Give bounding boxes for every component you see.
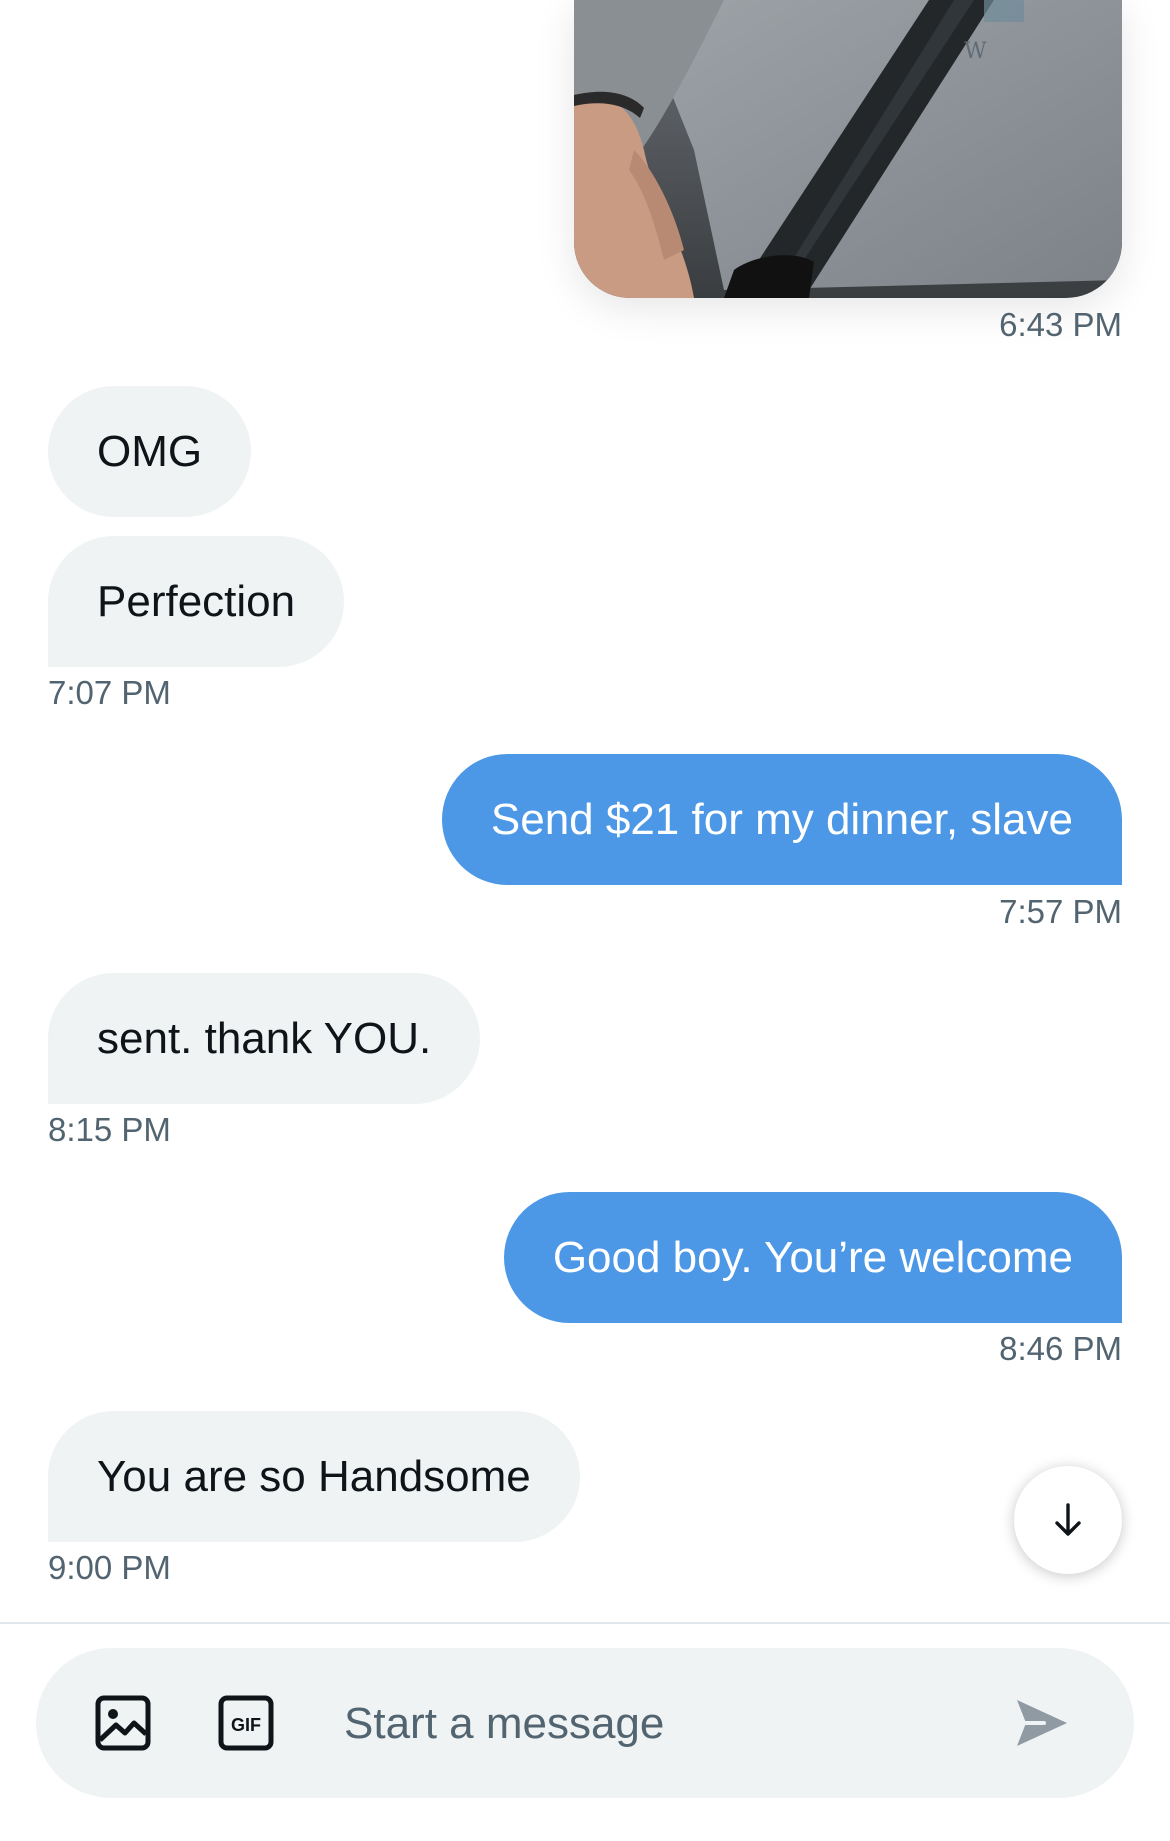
outgoing-message[interactable]: Send $21 for my dinner, slave — [441, 754, 1122, 885]
gif-label: GIF — [231, 1715, 261, 1735]
message-composer: GIF Start a message — [36, 1648, 1134, 1798]
photo-image: W — [574, 0, 1122, 298]
timestamp: 6:43 PM — [999, 306, 1122, 343]
gif-icon: GIF — [218, 1695, 274, 1751]
timestamp: 7:07 PM — [48, 674, 171, 711]
message-text: Send $21 for my dinner, slave — [490, 794, 1073, 844]
add-photo-button[interactable] — [93, 1693, 153, 1753]
message-text: sent. thank YOU. — [97, 1013, 432, 1063]
scroll-to-bottom-button[interactable] — [1014, 1466, 1122, 1574]
timestamp: 7:57 PM — [999, 893, 1122, 930]
incoming-message[interactable]: You are so Handsome — [48, 1411, 580, 1542]
outgoing-message[interactable]: Good boy. You’re welcome — [503, 1192, 1122, 1323]
composer-divider — [0, 1622, 1170, 1624]
image-icon — [95, 1695, 151, 1751]
message-text: You are so Handsome — [97, 1451, 531, 1501]
shared-photo[interactable]: W — [574, 0, 1122, 298]
incoming-message[interactable]: OMG — [48, 386, 252, 517]
arrow-down-icon — [1055, 1503, 1081, 1536]
timestamp: 8:15 PM — [48, 1111, 171, 1148]
message-text: OMG — [97, 426, 203, 476]
timestamp: 9:00 PM — [48, 1549, 171, 1586]
send-icon — [1017, 1700, 1067, 1746]
svg-text:W: W — [964, 39, 987, 64]
add-gif-button[interactable]: GIF — [216, 1693, 276, 1753]
incoming-message[interactable]: sent. thank YOU. — [48, 973, 481, 1104]
send-button[interactable] — [1012, 1693, 1072, 1753]
message-input[interactable]: Start a message — [344, 1698, 664, 1750]
message-text: Good boy. You’re welcome — [552, 1232, 1073, 1282]
incoming-message[interactable]: Perfection — [48, 536, 345, 667]
timestamp: 8:46 PM — [999, 1330, 1122, 1367]
message-text: Perfection — [97, 576, 296, 626]
